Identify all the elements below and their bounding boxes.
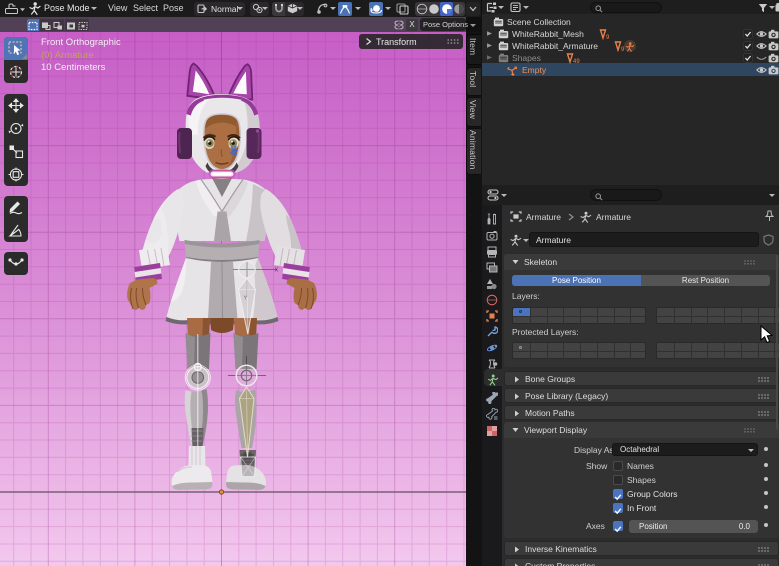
svg-text:X: X [275, 268, 279, 274]
svg-text:49: 49 [573, 59, 580, 64]
svg-text:9: 9 [606, 35, 610, 40]
